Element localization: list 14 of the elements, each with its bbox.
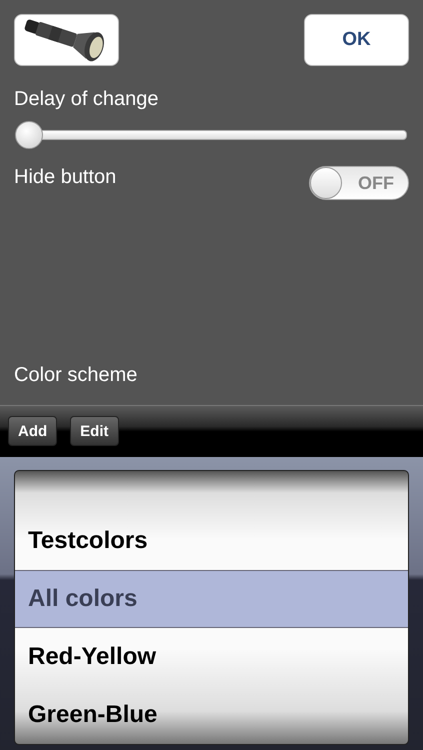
- delay-label: Delay of change: [14, 88, 159, 111]
- add-button[interactable]: Add: [8, 416, 58, 446]
- picker-item[interactable]: All colors: [15, 570, 408, 628]
- flashlight-button[interactable]: [14, 14, 119, 66]
- picker-item[interactable]: Testcolors: [15, 512, 408, 570]
- color-scheme-picker[interactable]: Testcolors All colors Red-Yellow Green-Blue: [14, 470, 409, 745]
- picker-item[interactable]: Green-Blue: [15, 686, 408, 744]
- delay-slider[interactable]: [16, 121, 407, 149]
- picker-item[interactable]: Red-Yellow: [15, 628, 408, 686]
- hide-button-label: Hide button: [14, 166, 116, 189]
- edit-button[interactable]: Edit: [70, 416, 119, 446]
- ok-button[interactable]: OK: [304, 14, 409, 66]
- slider-thumb[interactable]: [15, 121, 43, 149]
- color-scheme-label: Color scheme: [14, 364, 138, 387]
